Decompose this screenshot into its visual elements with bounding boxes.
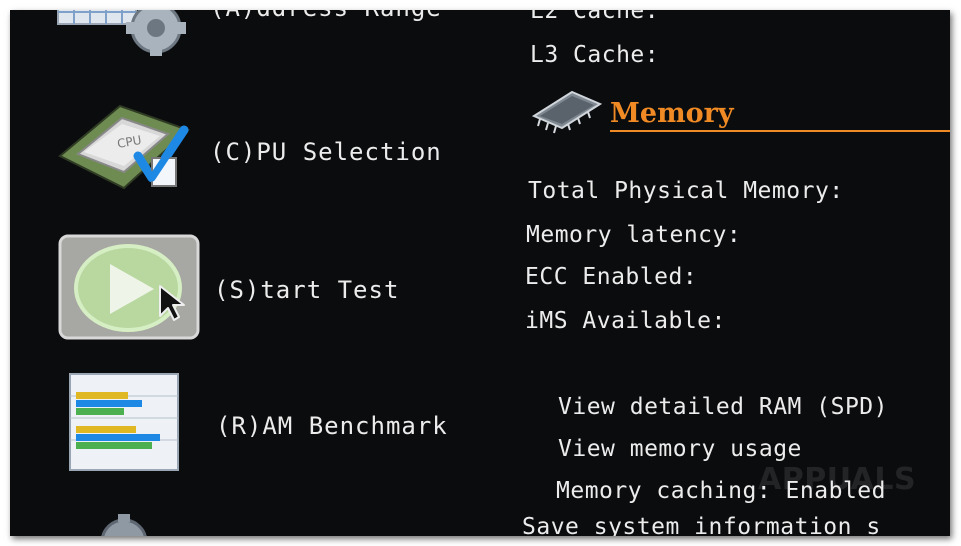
view-detailed-ram-link[interactable]: View detailed RAM (SPD) bbox=[558, 394, 888, 420]
l3-cache-label: L3 Cache: bbox=[530, 42, 660, 68]
start-test-icon[interactable] bbox=[58, 234, 202, 342]
l2-cache-label: L2 Cache: bbox=[530, 10, 660, 24]
total-physical-memory-label: Total Physical Memory: bbox=[528, 178, 844, 204]
address-range-icon[interactable] bbox=[54, 10, 194, 56]
ecc-enabled-label: ECC Enabled: bbox=[525, 264, 698, 290]
menu-item-address-range[interactable]: (A)ddress Range bbox=[210, 10, 442, 22]
memory-latency-label: Memory latency: bbox=[526, 222, 742, 248]
cpu-selection-icon[interactable]: CPU bbox=[54, 98, 194, 198]
save-system-information-link[interactable]: Save system information s bbox=[522, 514, 881, 536]
gear-icon[interactable] bbox=[94, 512, 154, 536]
memory-chip-icon bbox=[528, 88, 604, 134]
memory-section-heading: Memory bbox=[610, 98, 734, 129]
ims-available-label: iMS Available: bbox=[525, 308, 726, 334]
ram-benchmark-icon[interactable] bbox=[66, 370, 186, 474]
screen-frame: (A)ddress Range CPU (C)PU Selection (S)t… bbox=[10, 10, 950, 536]
watermark: APPUALS bbox=[758, 462, 917, 497]
menu-item-cpu-selection[interactable]: (C)PU Selection bbox=[210, 138, 442, 166]
menu-item-ram-benchmark[interactable]: (R)AM Benchmark bbox=[216, 412, 448, 440]
memory-heading-underline bbox=[610, 130, 950, 132]
menu-item-start-test[interactable]: (S)tart Test bbox=[214, 276, 399, 304]
view-memory-usage-link[interactable]: View memory usage bbox=[558, 436, 802, 462]
